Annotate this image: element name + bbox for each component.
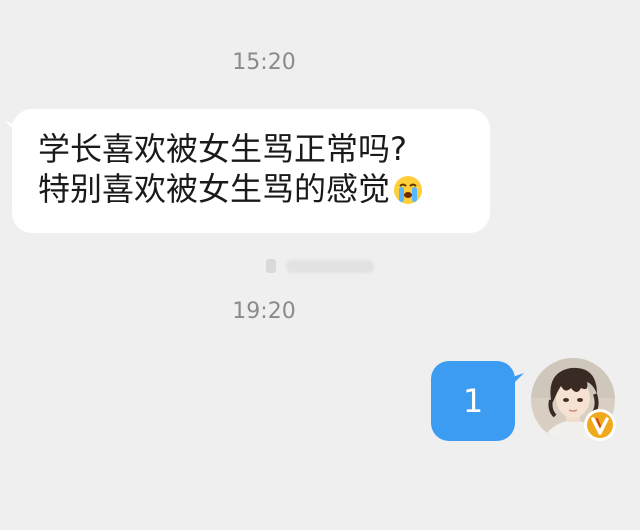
incoming-message-bubble[interactable]: 学长喜欢被女生骂正常吗? 特别喜欢被女生骂的感觉 bbox=[12, 109, 490, 233]
outgoing-message-bubble[interactable]: 1 bbox=[431, 361, 515, 441]
crying-face-icon bbox=[392, 174, 424, 215]
blurred-notice-bar-2 bbox=[286, 260, 374, 273]
blurred-notice-bar-1 bbox=[266, 259, 276, 273]
verified-v-badge-icon bbox=[583, 408, 617, 442]
timestamp-1: 15:20 bbox=[232, 50, 296, 75]
timestamp-2: 19:20 bbox=[232, 299, 296, 324]
incoming-message-line-1: 学长喜欢被女生骂正常吗? bbox=[38, 130, 407, 168]
incoming-message-line-2-text: 特别喜欢被女生骂的感觉 bbox=[38, 170, 391, 208]
incoming-message-line-2: 特别喜欢被女生骂的感觉 bbox=[38, 169, 490, 215]
blurred-notice bbox=[266, 256, 378, 276]
outgoing-message-text: 1 bbox=[462, 382, 484, 420]
